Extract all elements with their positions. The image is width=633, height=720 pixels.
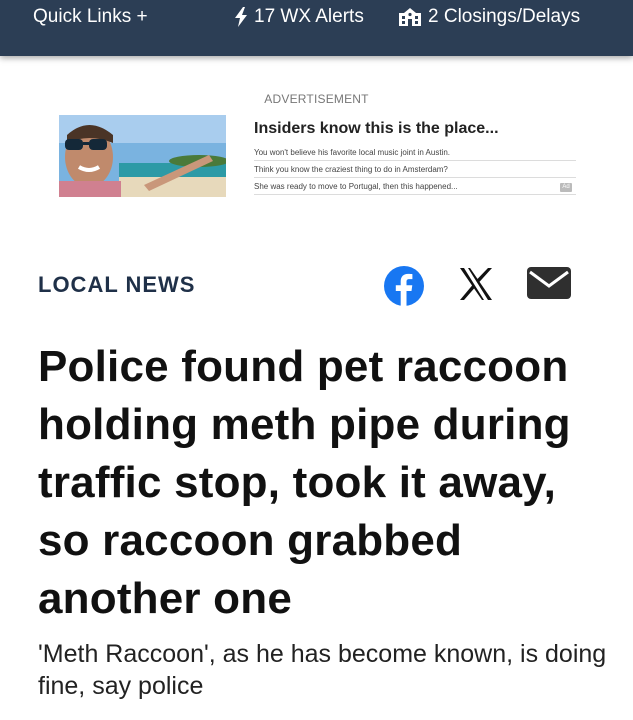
article-subheadline: 'Meth Raccoon', as he has become known, … [38,640,607,700]
closings-delays-label: 2 Closings/Delays [428,6,581,27]
quick-links-label: Quick Links + [33,6,148,27]
x-icon [460,268,492,300]
advertisement-banner[interactable]: Insiders know this is the place... You w… [59,115,576,197]
advertisement-label: ADVERTISEMENT [264,92,369,106]
ad-text-block[interactable]: Insiders know this is the place... You w… [254,115,576,195]
ad-line[interactable]: She was ready to move to Portugal, then … [254,178,576,195]
article-headline: Police found pet raccoon holding meth pi… [38,342,571,623]
mail-icon [527,267,571,299]
lightning-icon [235,7,247,27]
top-navigation-bar: Quick Links + 17 WX Alerts 2 Closings/De… [0,0,633,56]
wx-alerts-link[interactable]: 17 WX Alerts [234,6,364,28]
section-label[interactable]: LOCAL NEWS [38,272,195,298]
ad-headline[interactable]: Insiders know this is the place... [254,120,576,138]
facebook-icon [384,266,424,306]
school-building-icon [399,8,421,26]
wx-alerts-label: 17 WX Alerts [254,6,364,27]
email-share-button[interactable] [527,265,571,306]
facebook-share-button[interactable] [383,265,425,312]
ad-choices-badge[interactable]: Ad [560,183,572,192]
ad-line[interactable]: You won't believe his favorite local mus… [254,144,576,161]
ad-image[interactable] [59,115,226,197]
closings-delays-link[interactable]: 2 Closings/Delays [398,6,580,28]
x-share-button[interactable] [457,265,495,308]
quick-links-menu[interactable]: Quick Links + [33,6,148,28]
ad-line[interactable]: Think you know the craziest thing to do … [254,161,576,178]
